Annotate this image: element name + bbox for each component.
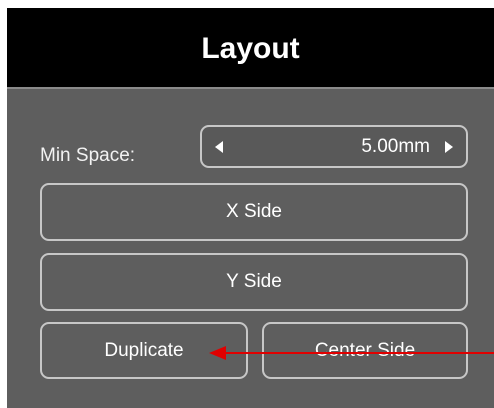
min-space-value: 5.00mm: [361, 136, 430, 157]
duplicate-button[interactable]: Duplicate: [40, 322, 248, 379]
decrement-arrow-icon[interactable]: [215, 141, 223, 153]
min-space-field[interactable]: 5.00mm: [200, 125, 468, 168]
x-side-button[interactable]: X Side: [40, 183, 468, 241]
center-side-button[interactable]: Center Side: [262, 322, 468, 379]
increment-arrow-icon[interactable]: [445, 141, 453, 153]
min-space-label: Min Space:: [40, 145, 136, 166]
panel-title: Layout: [201, 32, 300, 65]
y-side-button[interactable]: Y Side: [40, 253, 468, 311]
panel-header: Layout: [7, 8, 494, 89]
layout-panel: Layout Min Space: 5.00mm X Side Y Side D…: [7, 8, 494, 408]
